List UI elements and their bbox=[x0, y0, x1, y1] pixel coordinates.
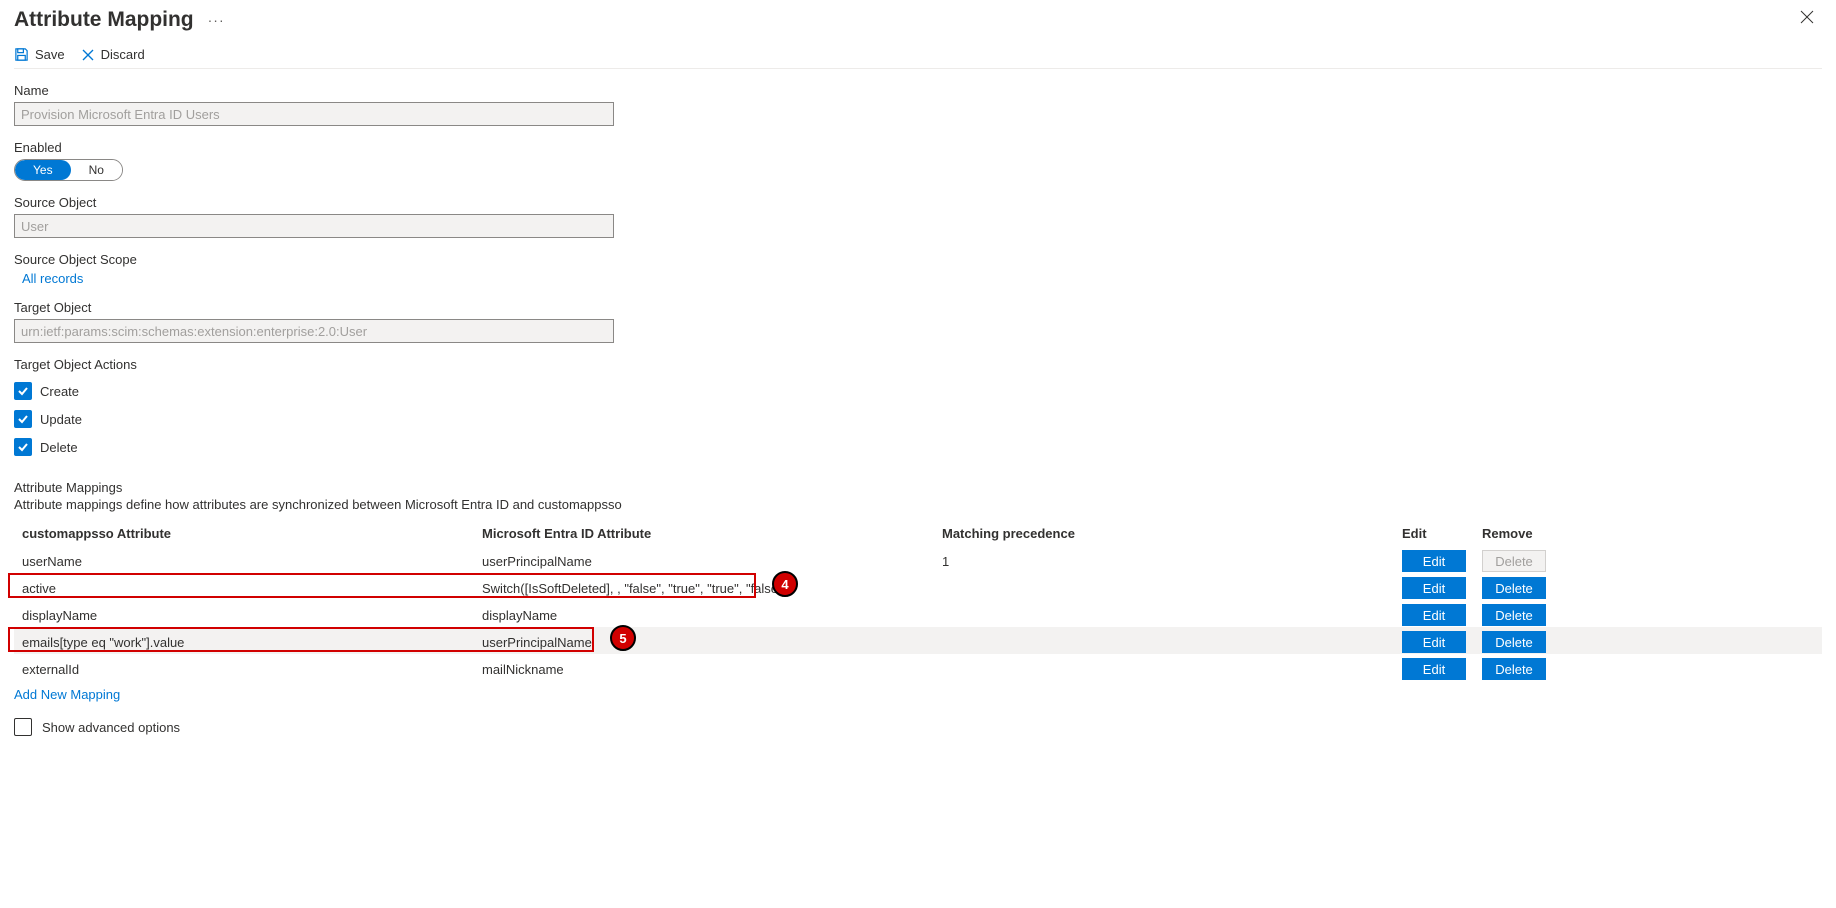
edit-button[interactable]: Edit bbox=[1402, 658, 1466, 680]
create-checkbox-label: Create bbox=[40, 384, 79, 399]
delete-checkbox[interactable] bbox=[14, 438, 32, 456]
col-header-match: Matching precedence bbox=[942, 526, 1402, 541]
check-icon bbox=[17, 413, 29, 425]
check-icon bbox=[17, 385, 29, 397]
enabled-no-option[interactable]: No bbox=[71, 160, 122, 180]
edit-button[interactable]: Edit bbox=[1402, 550, 1466, 572]
name-input[interactable] bbox=[14, 102, 614, 126]
toolbar: Save Discard bbox=[14, 47, 1822, 69]
table-row[interactable]: userNameuserPrincipalName1Edit Delete bbox=[14, 546, 1822, 573]
show-advanced-checkbox[interactable] bbox=[14, 718, 32, 736]
edit-button[interactable]: Edit bbox=[1402, 604, 1466, 626]
edit-button[interactable]: Edit bbox=[1402, 577, 1466, 599]
target-object-label: Target Object bbox=[14, 300, 1822, 315]
cell-custom-attribute: displayName bbox=[22, 608, 482, 623]
target-object-input[interactable] bbox=[14, 319, 614, 343]
check-icon bbox=[17, 441, 29, 453]
col-header-edit: Edit bbox=[1402, 526, 1482, 541]
name-label: Name bbox=[14, 83, 1822, 98]
cell-custom-attribute: active bbox=[22, 581, 482, 596]
attribute-mappings-description: Attribute mappings define how attributes… bbox=[14, 497, 1822, 512]
cell-custom-attribute: externalId bbox=[22, 662, 482, 677]
update-checkbox[interactable] bbox=[14, 410, 32, 428]
delete-button[interactable]: Delete bbox=[1482, 658, 1546, 680]
source-object-input[interactable] bbox=[14, 214, 614, 238]
cell-entra-attribute: userPrincipalName bbox=[482, 635, 942, 650]
close-icon bbox=[1800, 10, 1814, 24]
source-object-scope-link[interactable]: All records bbox=[14, 271, 1822, 286]
cell-custom-attribute: emails[type eq "work"].value bbox=[22, 635, 482, 650]
source-object-label: Source Object bbox=[14, 195, 1822, 210]
discard-icon bbox=[81, 48, 95, 62]
delete-checkbox-label: Delete bbox=[40, 440, 78, 455]
save-label: Save bbox=[35, 47, 65, 62]
enabled-toggle[interactable]: Yes No bbox=[14, 159, 123, 181]
table-header-row: customappsso Attribute Microsoft Entra I… bbox=[14, 522, 1822, 546]
attribute-mappings-table: customappsso Attribute Microsoft Entra I… bbox=[14, 522, 1822, 681]
cell-custom-attribute: userName bbox=[22, 554, 482, 569]
save-icon bbox=[14, 47, 29, 62]
table-row[interactable]: displayNamedisplayName Edit Delete bbox=[14, 600, 1822, 627]
cell-entra-attribute: Switch([IsSoftDeleted], , "false", "true… bbox=[482, 581, 942, 596]
show-advanced-label: Show advanced options bbox=[42, 720, 180, 735]
enabled-yes-option[interactable]: Yes bbox=[15, 160, 71, 180]
target-actions-label: Target Object Actions bbox=[14, 357, 1822, 372]
delete-button: Delete bbox=[1482, 550, 1546, 572]
col-header-custom: customappsso Attribute bbox=[22, 526, 482, 541]
delete-button[interactable]: Delete bbox=[1482, 631, 1546, 653]
create-checkbox[interactable] bbox=[14, 382, 32, 400]
table-row[interactable]: activeSwitch([IsSoftDeleted], , "false",… bbox=[14, 573, 1822, 600]
close-button[interactable] bbox=[1792, 6, 1822, 33]
page-title: Attribute Mapping bbox=[14, 8, 194, 32]
delete-button[interactable]: Delete bbox=[1482, 577, 1546, 599]
cell-entra-attribute: mailNickname bbox=[482, 662, 942, 677]
discard-label: Discard bbox=[101, 47, 145, 62]
cell-matching-precedence: 1 bbox=[942, 554, 1402, 569]
enabled-label: Enabled bbox=[14, 140, 1822, 155]
edit-button[interactable]: Edit bbox=[1402, 631, 1466, 653]
more-actions-button[interactable]: ··· bbox=[204, 12, 229, 28]
table-row[interactable]: emails[type eq "work"].valueuserPrincipa… bbox=[14, 627, 1822, 654]
col-header-entra: Microsoft Entra ID Attribute bbox=[482, 526, 942, 541]
cell-entra-attribute: displayName bbox=[482, 608, 942, 623]
col-header-remove: Remove bbox=[1482, 526, 1562, 541]
add-new-mapping-link[interactable]: Add New Mapping bbox=[14, 681, 120, 718]
attribute-mappings-title: Attribute Mappings bbox=[14, 480, 1822, 495]
table-row[interactable]: externalIdmailNickname Edit Delete bbox=[14, 654, 1822, 681]
source-object-scope-label: Source Object Scope bbox=[14, 252, 1822, 267]
cell-entra-attribute: userPrincipalName bbox=[482, 554, 942, 569]
save-button[interactable]: Save bbox=[14, 47, 65, 62]
delete-button[interactable]: Delete bbox=[1482, 604, 1546, 626]
discard-button[interactable]: Discard bbox=[81, 47, 145, 62]
update-checkbox-label: Update bbox=[40, 412, 82, 427]
